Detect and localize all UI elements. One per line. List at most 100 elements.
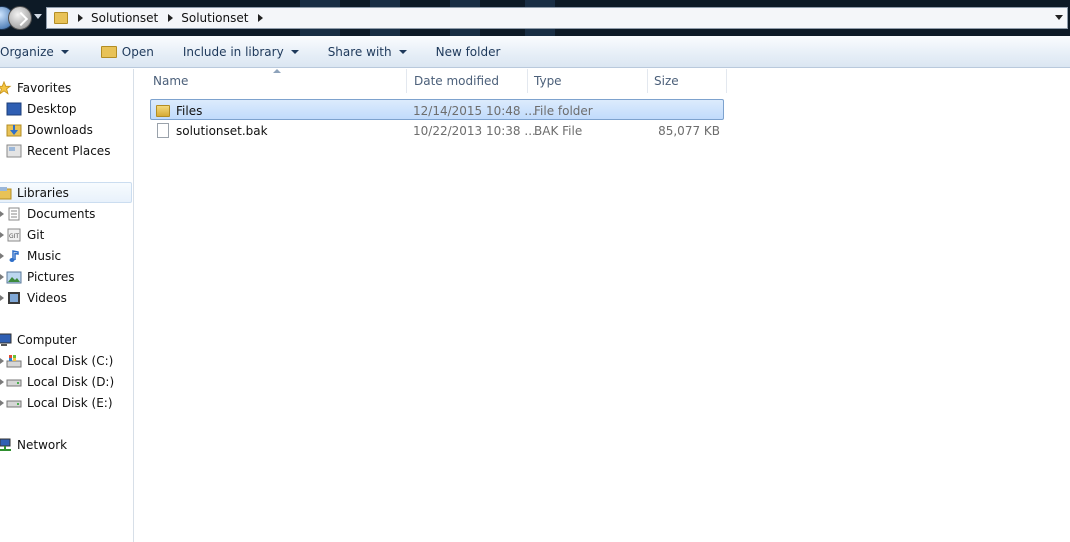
drive-icon — [6, 400, 22, 407]
breadcrumb-arrow-icon[interactable] — [168, 14, 174, 22]
expand-arrow-icon[interactable] — [0, 253, 4, 259]
nav-item-local-disk-c[interactable]: Local Disk (C:) — [0, 350, 114, 371]
breadcrumb-arrow-icon[interactable] — [258, 14, 264, 22]
nav-item-label: Music — [27, 248, 62, 263]
column-name-label: Name — [153, 74, 189, 88]
new-folder-label: New folder — [435, 44, 501, 59]
organize-label: Organize — [0, 44, 54, 59]
expand-arrow-icon[interactable] — [0, 379, 4, 385]
expand-arrow-icon[interactable] — [0, 295, 4, 301]
nav-item-label: Git — [27, 227, 45, 242]
column-date-modified[interactable]: Date modified — [408, 69, 528, 93]
nav-computer-label: Computer — [17, 332, 77, 347]
videos-icon — [8, 291, 20, 304]
nav-item-local-disk-d[interactable]: Local Disk (D:) — [0, 371, 115, 392]
file-row-solutionset-bak[interactable]: solutionset.bak 10/22/2013 10:38 ... BAK… — [150, 120, 724, 141]
file-name-cell: solutionset.bak — [156, 120, 268, 141]
file-size: 85,077 KB — [658, 123, 720, 138]
nav-item-pictures[interactable]: Pictures — [0, 266, 75, 287]
breadcrumb-item[interactable]: Solutionset — [181, 11, 248, 25]
file-type: File folder — [534, 103, 593, 118]
nav-item-music[interactable]: Music — [0, 245, 62, 266]
nav-computer[interactable]: Computer — [0, 329, 133, 350]
include-in-library-label: Include in library — [182, 44, 284, 59]
computer-icon — [0, 333, 12, 346]
expand-arrow-icon[interactable] — [0, 274, 4, 280]
nav-item-label: Documents — [27, 206, 96, 221]
open-button[interactable]: Open — [95, 40, 160, 64]
expand-arrow-icon[interactable] — [0, 211, 4, 217]
file-icon — [157, 123, 169, 138]
chevron-down-icon — [60, 49, 69, 54]
share-with-label: Share with — [327, 44, 392, 59]
nav-item-label: Local Disk (E:) — [27, 395, 113, 410]
documents-icon — [8, 207, 20, 220]
nav-item-label: Videos — [27, 290, 67, 305]
system-drive-icon — [6, 354, 22, 367]
title-bar: Solutionset Solutionset — [0, 0, 1070, 36]
recent-pages-dropdown[interactable] — [34, 14, 42, 19]
nav-item-label: Recent Places — [27, 143, 111, 158]
nav-libraries[interactable]: Libraries — [0, 182, 132, 203]
file-name: solutionset.bak — [176, 123, 268, 138]
nav-item-downloads[interactable]: Downloads — [6, 119, 93, 140]
nav-libraries-label: Libraries — [17, 185, 69, 200]
nav-item-label: Desktop — [27, 101, 77, 116]
svg-text:GIT: GIT — [9, 233, 19, 240]
command-bar: Organize Open Include in library Share w… — [0, 36, 1070, 68]
include-in-library-button[interactable]: Include in library — [177, 40, 305, 64]
nav-item-label: Downloads — [27, 122, 93, 137]
organize-button[interactable]: Organize — [0, 40, 75, 64]
downloads-icon — [6, 124, 22, 136]
nav-item-documents[interactable]: Documents — [0, 203, 96, 224]
navigation-pane: Favorites Desktop Downloads Recent Place… — [0, 69, 134, 542]
file-name: Files — [176, 103, 203, 118]
share-with-button[interactable]: Share with — [322, 40, 413, 64]
column-size-label: Size — [654, 74, 679, 88]
open-folder-icon — [100, 45, 117, 58]
address-dropdown-icon[interactable] — [1055, 15, 1063, 20]
nav-item-videos[interactable]: Videos — [0, 287, 67, 308]
nav-favorites[interactable]: Favorites — [0, 77, 133, 98]
column-type[interactable]: Type — [528, 69, 648, 93]
column-date-modified-label: Date modified — [414, 74, 500, 88]
expand-arrow-icon[interactable] — [0, 358, 4, 364]
nav-item-local-disk-e[interactable]: Local Disk (E:) — [0, 392, 113, 413]
nav-item-label: Local Disk (D:) — [27, 374, 115, 389]
folder-icon — [54, 12, 68, 24]
open-label: Open — [121, 44, 154, 59]
forward-button[interactable] — [8, 6, 32, 30]
nav-network-label: Network — [17, 437, 68, 452]
git-icon: GIT — [7, 228, 21, 241]
chevron-down-icon — [398, 49, 407, 54]
new-folder-button[interactable]: New folder — [430, 40, 507, 64]
nav-favorites-label: Favorites — [17, 80, 72, 95]
chevron-down-icon — [290, 49, 299, 54]
column-header: Name Date modified Type Size — [135, 69, 1070, 93]
expand-arrow-icon[interactable] — [0, 400, 4, 406]
file-name-cell: Files — [156, 100, 202, 121]
folder-icon — [156, 104, 170, 117]
nav-network[interactable]: Network — [0, 434, 133, 455]
column-size[interactable]: Size — [648, 69, 727, 93]
music-icon — [9, 249, 19, 262]
network-icon — [0, 438, 11, 451]
column-type-label: Type — [534, 74, 562, 88]
nav-item-desktop[interactable]: Desktop — [6, 98, 77, 119]
file-type: BAK File — [534, 123, 583, 138]
pictures-icon — [6, 271, 22, 283]
nav-item-label: Local Disk (C:) — [27, 353, 114, 368]
nav-item-recent-places[interactable]: Recent Places — [6, 140, 110, 161]
desktop-icon — [6, 102, 22, 115]
star-icon — [0, 80, 12, 95]
expand-arrow-icon[interactable] — [0, 232, 4, 238]
libraries-icon — [0, 186, 12, 199]
breadcrumb-arrow-icon[interactable] — [78, 14, 83, 22]
file-date-modified: 10/22/2013 10:38 ... — [413, 123, 536, 138]
breadcrumb-item[interactable]: Solutionset — [91, 11, 158, 25]
address-bar[interactable]: Solutionset Solutionset — [46, 7, 1068, 29]
file-row-files[interactable]: Files 12/14/2015 10:48 ... File folder — [150, 99, 724, 120]
file-size — [649, 100, 720, 121]
nav-item-label: Pictures — [27, 269, 75, 284]
nav-item-git[interactable]: GIT Git — [0, 224, 45, 245]
